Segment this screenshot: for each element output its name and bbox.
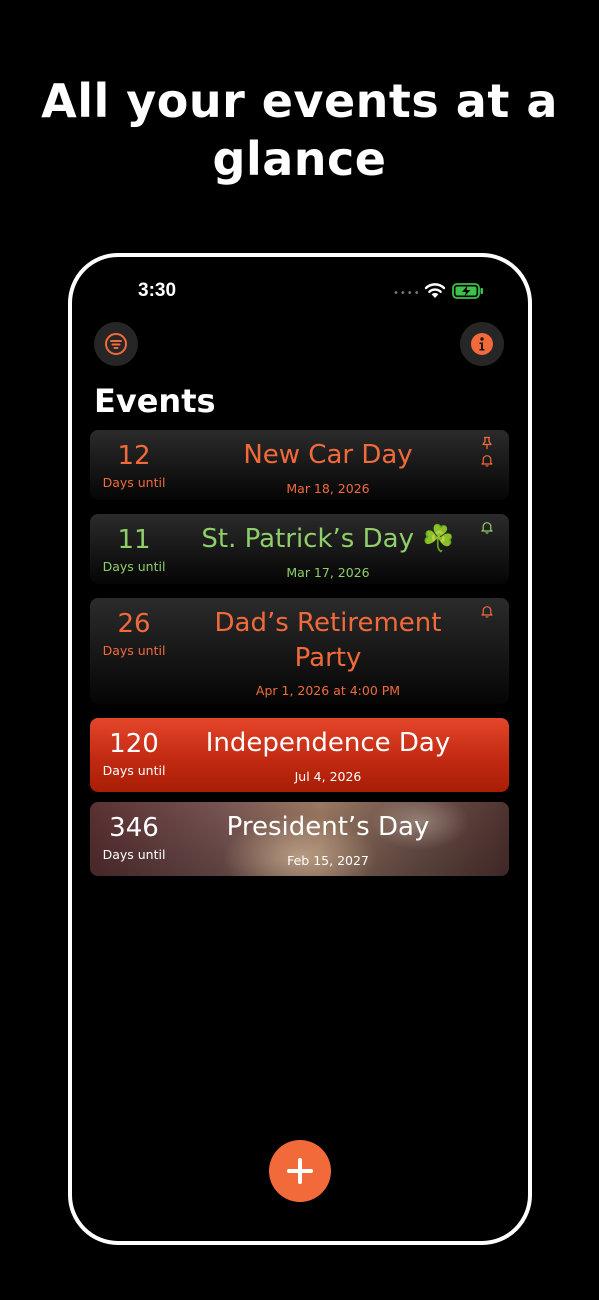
bell-icon (481, 606, 493, 618)
days-count: 346 (109, 813, 159, 843)
filter-icon (105, 333, 127, 355)
days-count: 26 (117, 609, 151, 639)
event-indicators (480, 436, 494, 467)
status-time: 3:30 (138, 280, 177, 301)
days-count: 120 (109, 729, 159, 759)
event-indicators (480, 604, 494, 618)
event-name: St. Patrick’s Day ☘️ (201, 524, 455, 554)
info-button[interactable] (460, 322, 504, 366)
event-date: Mar 17, 2026 (286, 565, 370, 580)
info-icon (471, 333, 493, 355)
add-event-button[interactable] (269, 1140, 331, 1202)
filter-button[interactable] (94, 322, 138, 366)
headline: All your events at a glance (41, 74, 558, 186)
days-until-label: Days until (102, 559, 166, 574)
event-name: New Car Day (243, 440, 413, 470)
event-date: Mar 18, 2026 (286, 481, 370, 496)
status-indicators: •••• (393, 281, 485, 301)
days-count: 11 (117, 525, 151, 555)
wifi-icon (424, 283, 446, 298)
days-until-label: Days until (102, 475, 166, 490)
signal-icon: •••• (393, 288, 421, 299)
event-card[interactable]: 120 Days until Independence Day Jul 4, 2… (90, 718, 509, 792)
event-date: Jul 4, 2026 (294, 769, 362, 784)
event-date: Apr 1, 2026 at 4:00 PM (255, 683, 401, 698)
event-name: Dad’s Retirement Party (214, 608, 442, 673)
bell-icon (481, 522, 493, 534)
days-until-label: Days until (102, 847, 166, 862)
event-name: President’s Day (226, 812, 430, 842)
event-card[interactable]: 11 Days until St. Patrick’s Day ☘️ Mar 1… (90, 514, 509, 584)
bell-icon (481, 455, 493, 467)
days-until-label: Days until (102, 763, 166, 778)
days-until-label: Days until (102, 643, 166, 658)
event-date: Feb 15, 2027 (287, 853, 369, 868)
days-count: 12 (117, 441, 151, 471)
pin-icon (482, 436, 492, 449)
event-card[interactable]: 12 Days until New Car Day Mar 18, 2026 (90, 430, 509, 500)
page-title: Events (94, 382, 216, 420)
battery-charging-icon (452, 283, 483, 299)
event-card[interactable]: 346 Days until President’s Day Feb 15, 2… (90, 802, 509, 876)
plus-icon (287, 1158, 313, 1184)
event-name: Independence Day (205, 728, 451, 758)
event-card[interactable]: 26 Days until Dad’s Retirement Party Apr… (90, 598, 509, 704)
event-indicators (480, 520, 494, 534)
